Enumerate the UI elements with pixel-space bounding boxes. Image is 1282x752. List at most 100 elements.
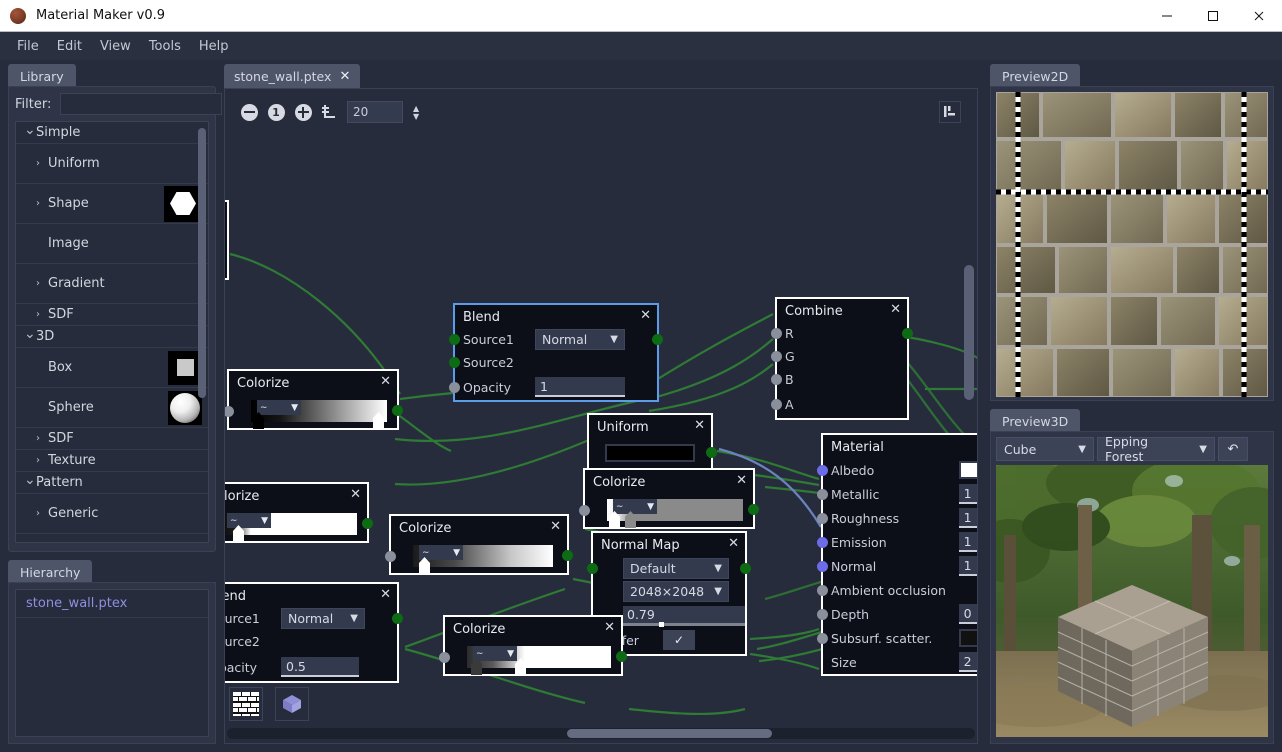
node-row-gradient[interactable]: ∼ ▼ [225, 394, 403, 429]
node-blend-top[interactable]: Blend ✕ Source1 Normal ▼ Source2 Opacity… [449, 303, 663, 402]
uniform-color-swatch[interactable] [605, 444, 695, 462]
graph-vertical-scrollbar[interactable] [964, 265, 974, 400]
maximize-button[interactable] [1190, 0, 1236, 32]
mesh-select[interactable]: Cube ▼ [996, 437, 1094, 461]
normalmap-size-combo[interactable]: 2048×2048 ▼ [623, 580, 729, 602]
graph-canvas[interactable]: 1 20 ▲ ▼ Blend ✕ Source1 Normal ▼ Source… [224, 88, 978, 744]
node-close-icon[interactable]: ✕ [350, 488, 361, 501]
material-row-subsurf-scatter-[interactable]: Subsurf. scatter. [817, 626, 977, 650]
chevron-right-icon[interactable]: › [36, 455, 48, 466]
node-colorize-4[interactable]: Colorize ✕ ∼ ▼ [579, 468, 759, 529]
node-row-opacity[interactable]: Opacity 1 [449, 374, 657, 400]
library-tree[interactable]: ⌄ Simple › Uniform › Shape Image › Gradient › SDF ⌄… [15, 121, 209, 543]
port-in-colorize[interactable] [225, 405, 234, 417]
node-row-b[interactable]: B [771, 368, 907, 391]
gradient-editor[interactable]: ∼ ▼ [251, 400, 387, 429]
port-in-b[interactable] [771, 374, 782, 385]
node-row-gradient[interactable]: ∼ ▼ [385, 539, 573, 574]
graph-horizontal-scrollbar[interactable] [227, 728, 975, 739]
node-row-gradient[interactable]: ∼ ▼ [439, 640, 627, 675]
normalmap-mode-combo[interactable]: Default ▼ [623, 557, 729, 579]
node-row-source1[interactable]: Source1 Normal ▼ [225, 607, 403, 630]
material-row-size[interactable]: Size 2 [823, 650, 977, 674]
buffer-checkbox[interactable]: ✓ [663, 630, 695, 650]
gradient-handle[interactable] [419, 557, 430, 574]
blend-mode-combo[interactable]: Normal ▼ [535, 329, 625, 350]
environment-select[interactable]: Epping Forest ▼ [1097, 434, 1215, 464]
gradient-editor[interactable]: ∼ ▼ [467, 646, 611, 675]
material-value-input[interactable]: 2 [958, 652, 977, 672]
port-out-normalmap[interactable] [740, 563, 751, 574]
library-item-sdf[interactable]: › SDF [16, 428, 208, 450]
close-button[interactable] [1236, 0, 1282, 32]
library-item-sphere[interactable]: Sphere [16, 388, 208, 428]
library-item-generic[interactable]: › Generic [16, 494, 208, 534]
library-item-shape[interactable]: › Shape [16, 184, 208, 224]
library-item-sdf[interactable]: › SDF [16, 304, 208, 326]
node-combine[interactable]: Combine ✕ R G B A [771, 297, 913, 420]
port-out-colorize[interactable] [362, 518, 373, 529]
library-item-gradient[interactable]: › Gradient [16, 264, 208, 304]
menu-view[interactable]: View [91, 36, 140, 57]
port-in-roughness[interactable] [817, 512, 828, 524]
gradient-handle[interactable] [253, 412, 264, 429]
node-blend-bottom[interactable]: Blend ✕ Source1 Normal ▼ Source2 Opacity… [225, 582, 403, 683]
port-in-normal[interactable] [817, 560, 828, 572]
chevron-right-icon[interactable]: › [36, 278, 48, 289]
gradient-handle[interactable] [515, 658, 526, 675]
preview2d-texture[interactable] [996, 92, 1268, 397]
gradient-handle[interactable] [471, 658, 482, 675]
gradient-handle[interactable] [233, 525, 244, 542]
node-row-gradient[interactable]: ∼ ▼ [225, 507, 373, 542]
chevron-right-icon[interactable]: › [36, 158, 48, 169]
node-row-size[interactable]: 2048×2048 ▼ [593, 580, 745, 602]
cube-preview-button[interactable] [275, 687, 309, 721]
hierarchy-item[interactable]: stone_wall.ptex [16, 590, 208, 618]
tab-close-icon[interactable]: ✕ [339, 70, 350, 83]
hierarchy-list[interactable]: stone_wall.ptex [15, 589, 209, 737]
node-close-icon[interactable]: ✕ [728, 537, 739, 550]
zoom-stepper[interactable]: ▲ ▼ [413, 104, 419, 120]
node-row-source1[interactable]: Source1 Normal ▼ [449, 328, 663, 351]
material-row-metallic[interactable]: Metallic 1 [817, 482, 977, 506]
port-in-colorize[interactable] [385, 550, 396, 562]
zoom-in-icon[interactable] [293, 102, 313, 122]
library-item-3d[interactable]: ⌄ 3D [16, 326, 208, 348]
chevron-down-icon[interactable]: ⌄ [24, 122, 36, 138]
node-colorize-3[interactable]: Colorize ✕ ∼ ▼ [385, 514, 573, 575]
zoom-reset-icon[interactable]: 1 [266, 102, 286, 122]
node-row-r[interactable]: R [771, 322, 913, 345]
node-close-icon[interactable]: ✕ [736, 474, 747, 487]
node-row-mode[interactable]: Default ▼ [587, 556, 751, 580]
gradient-handle[interactable] [609, 511, 620, 528]
port-out-blend[interactable] [392, 613, 403, 624]
node-close-icon[interactable]: ✕ [380, 588, 391, 601]
library-item-uniform[interactable]: › Uniform [16, 144, 208, 184]
port-in-opacity[interactable] [449, 381, 460, 393]
port-in-colorize[interactable] [439, 651, 450, 663]
port-in-colorize[interactable] [579, 504, 590, 516]
node-row-a[interactable]: A [771, 391, 907, 418]
rotate-icon[interactable]: ↶ [1218, 437, 1248, 461]
port-out-combine[interactable] [902, 328, 913, 339]
port-in-subsurf-scatter-[interactable] [817, 632, 828, 644]
library-item-box[interactable]: Box [16, 348, 208, 388]
material-row-depth[interactable]: Depth 0 [817, 602, 977, 626]
material-value-input[interactable]: 1 [958, 556, 977, 576]
node-close-icon[interactable]: ✕ [694, 419, 705, 432]
tab-stone-wall[interactable]: stone_wall.ptex ✕ [224, 64, 361, 89]
port-out-blend[interactable] [652, 334, 663, 345]
port-out-colorize[interactable] [616, 651, 627, 662]
port-out-colorize[interactable] [748, 504, 759, 515]
chevron-down-icon[interactable]: ⌄ [24, 326, 36, 342]
preview3d-viewport[interactable] [996, 465, 1268, 737]
opacity-input[interactable]: 1 [535, 377, 625, 397]
gradient-editor[interactable]: ∼ ▼ [607, 499, 743, 528]
material-value-input[interactable]: 1 [958, 532, 977, 552]
node-close-icon[interactable]: ✕ [550, 520, 561, 533]
library-item-image[interactable]: Image [16, 224, 208, 264]
port-out-uniform[interactable] [706, 447, 717, 458]
node-close-icon[interactable]: ✕ [890, 303, 901, 316]
material-value-input[interactable]: 1 [958, 484, 977, 504]
material-color-swatch[interactable] [958, 629, 977, 647]
